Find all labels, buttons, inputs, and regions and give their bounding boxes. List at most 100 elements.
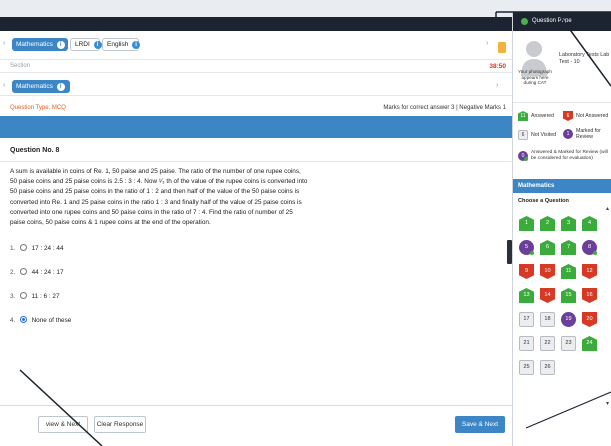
question-line: 50 paise coins and 25 paise coins in the… <box>10 188 300 196</box>
info-icon[interactable]: i <box>132 41 141 49</box>
sidebar-title: Question Pape <box>532 18 572 24</box>
candidate-profile: Your photograph appears here during CAT … <box>513 31 611 103</box>
palette-question-20[interactable]: 20 <box>582 312 597 327</box>
palette-question-12[interactable]: 12 <box>582 264 597 279</box>
palette-question-19[interactable]: 19 <box>561 312 576 327</box>
question-line: paise coins, 50 paise coins & 1 rupee co… <box>10 219 211 227</box>
option-text: 17 : 24 : 44 <box>31 245 64 252</box>
marking-scheme: Marks for correct answer 3 | Negative Ma… <box>383 105 506 111</box>
sidebar-header: Question Pape <box>513 12 611 31</box>
tab-english[interactable]: English i <box>102 38 141 51</box>
palette-question-11[interactable]: 11 <box>561 264 576 279</box>
choose-question-label: Choose a Question <box>518 198 569 204</box>
section-label: Section <box>10 63 31 69</box>
option-number: 3. <box>10 293 16 300</box>
info-icon[interactable]: i <box>56 41 65 49</box>
palette-scrollbar[interactable] <box>605 206 610 406</box>
tab-label: Mathematics <box>16 41 53 48</box>
palette-question-13[interactable]: 13 <box>519 288 534 303</box>
marked-review-legend-icon: 1 <box>563 129 573 139</box>
not-answered-legend-icon: 6 <box>563 111 573 121</box>
palette-question-1[interactable]: 1 <box>519 216 534 231</box>
clear-response-button[interactable]: Clear Response <box>94 416 146 433</box>
section-tab-row: ‹ Mathematics i › <box>0 78 512 96</box>
chevron-right-icon[interactable]: › <box>496 82 498 89</box>
palette-question-15[interactable]: 15 <box>561 288 576 303</box>
question-line: converted into Re. 1 and 25 paise coins … <box>10 198 302 206</box>
palette-question-2[interactable]: 2 <box>540 216 555 231</box>
palette-question-21[interactable]: 21 <box>519 336 534 351</box>
radio-button[interactable] <box>19 268 27 275</box>
palette-question-26[interactable]: 26 <box>540 360 555 375</box>
status-legend: 11 Answered 6 Not Answered 6 Not Visited… <box>513 103 611 182</box>
option-number: 4. <box>10 317 16 324</box>
question-panel: ‹ Mathematics i LRDI i English i › Secti… <box>0 31 512 446</box>
option-2[interactable]: 2. 44 : 24 : 17 <box>10 268 64 276</box>
time-left: 38:50 <box>489 63 506 70</box>
palette-question-7[interactable]: 7 <box>561 240 576 255</box>
photo-placeholder-text: Your photograph appears here during CAT <box>518 69 552 85</box>
palette-question-3[interactable]: 3 <box>561 216 576 231</box>
chevron-left-icon[interactable]: ‹ <box>3 40 5 47</box>
palette-question-14[interactable]: 14 <box>540 288 555 303</box>
radio-button-selected[interactable] <box>19 316 27 323</box>
palette-question-18[interactable]: 18 <box>540 312 555 327</box>
option-number: 2. <box>10 269 16 276</box>
palette-question-16[interactable]: 16 <box>582 288 597 303</box>
option-1[interactable]: 1. 17 : 24 : 44 <box>10 244 64 252</box>
chevron-left-icon[interactable]: ‹ <box>3 82 5 89</box>
question-palette-sidebar: Question Pape Your photograph appears he… <box>512 12 611 446</box>
tab-lrdi[interactable]: LRDI i <box>70 38 102 51</box>
calculator-icon[interactable] <box>498 42 506 53</box>
question-type: Question Type: MCQ <box>10 105 66 111</box>
not-visited-label: Not Visited <box>531 132 556 138</box>
question-header-band <box>0 116 512 138</box>
section-row: Section 38:50 <box>0 59 512 73</box>
palette-question-23[interactable]: 23 <box>561 336 576 351</box>
marked-review-label: Marked for Review <box>576 128 601 140</box>
question-text: A sum is available in coins of Re. 1, 50… <box>10 167 502 228</box>
not-answered-label: Not Answered <box>576 113 609 119</box>
option-text: 44 : 24 : 17 <box>31 269 64 276</box>
not-visited-legend-icon: 6 <box>518 130 528 140</box>
subject-tab-row: ‹ Mathematics i LRDI i English i › <box>0 35 512 53</box>
action-bar: view & Next Clear Response Save & Next <box>0 405 512 446</box>
question-palette: 1 2 3 4 5 6 7 8 9 10 11 12 13 14 15 16 17 18 19 20 21 22 23 24 2… <box>513 206 611 406</box>
tab-section-mathematics[interactable]: Mathematics i <box>12 80 70 93</box>
option-text: 11 : 6 : 27 <box>31 293 60 300</box>
answered-legend-icon: 11 <box>518 111 528 121</box>
chevron-right-icon[interactable]: › <box>486 40 488 47</box>
palette-question-10[interactable]: 10 <box>540 264 555 279</box>
option-3[interactable]: 3. 11 : 6 : 27 <box>10 292 60 300</box>
tab-mathematics[interactable]: Mathematics i <box>12 38 68 51</box>
palette-question-4[interactable]: 4 <box>582 216 597 231</box>
info-icon[interactable]: i <box>56 83 65 91</box>
answered-marked-label: Answered & Marked for Review (will be co… <box>531 150 608 161</box>
divider <box>0 161 512 162</box>
question-line: A sum is available in coins of Re. 1, 50… <box>10 168 301 175</box>
save-next-button[interactable]: Save & Next <box>455 416 505 433</box>
palette-question-24[interactable]: 24 <box>582 336 597 351</box>
palette-subject: Mathematics <box>513 179 611 193</box>
question-line: 50 paise coins and 25 paise coins is 2.5… <box>10 178 308 186</box>
palette-question-5[interactable]: 5 <box>519 240 534 255</box>
tab-label: English <box>107 41 129 48</box>
palette-question-9[interactable]: 9 <box>519 264 534 279</box>
radio-button[interactable] <box>19 292 27 299</box>
status-dot-icon <box>521 18 528 25</box>
palette-question-22[interactable]: 22 <box>540 336 555 351</box>
mark-review-next-button[interactable]: view & Next <box>38 416 88 433</box>
tab-label: Mathematics <box>16 83 53 90</box>
question-meta-row: Question Type: MCQ Marks for correct ans… <box>0 102 512 116</box>
option-4[interactable]: 4. None of these <box>10 316 71 324</box>
candidate-name: Laboratory Tests Lab Test - 10 <box>559 52 610 65</box>
palette-question-6[interactable]: 6 <box>540 240 555 255</box>
tab-label: LRDI <box>75 41 90 48</box>
palette-question-8[interactable]: 8 <box>582 240 597 255</box>
option-text: None of these <box>31 317 72 324</box>
palette-question-17[interactable]: 17 <box>519 312 534 327</box>
info-icon[interactable]: i <box>93 41 102 49</box>
radio-button[interactable] <box>19 244 27 251</box>
question-number: Question No. 8 <box>10 147 60 154</box>
palette-question-25[interactable]: 25 <box>519 360 534 375</box>
